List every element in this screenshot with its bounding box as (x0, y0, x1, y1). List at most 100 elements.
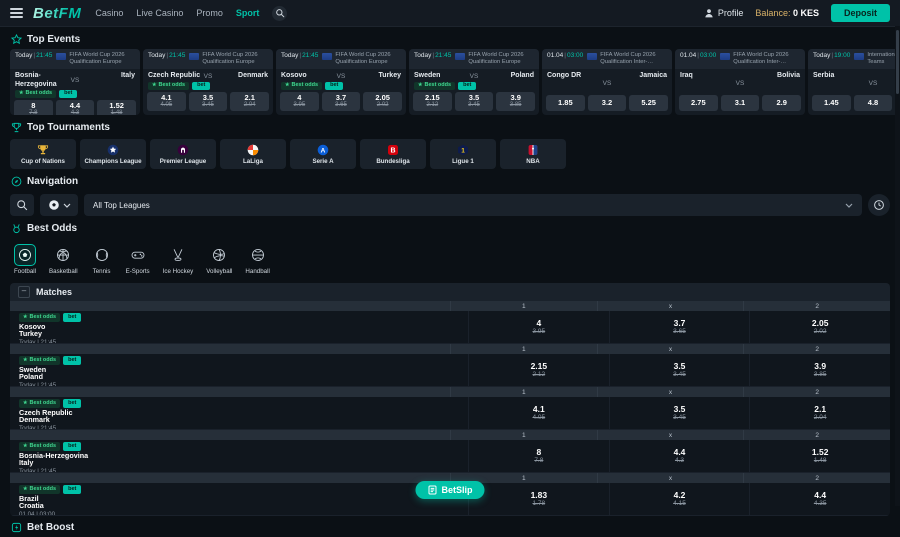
tab-ice-hockey[interactable]: Ice Hockey (163, 244, 193, 275)
section-title-text: Top Tournaments (27, 122, 110, 133)
odds-button-draw[interactable]: 3.5 3.45 (454, 92, 494, 111)
league-dropdown[interactable]: All Top Leagues (84, 194, 862, 216)
scrollbar[interactable] (895, 26, 900, 506)
nav-item-sport[interactable]: Sport (236, 8, 260, 18)
odds-cell-2[interactable]: 4.4 4.35 (749, 483, 890, 515)
odds-cell-2[interactable]: 2.1 2.04 (749, 397, 890, 429)
main-nav: Casino Live Casino Promo Sport (95, 5, 288, 21)
menu-icon[interactable] (10, 8, 23, 18)
odds-button-home[interactable]: 4.1 4.05 (147, 92, 186, 111)
odds-button-away[interactable]: 1.52 1.48 (97, 100, 137, 115)
profile-button[interactable]: Profile (704, 8, 743, 18)
bet-boost-icon (11, 522, 22, 533)
search-button[interactable] (10, 194, 34, 216)
odds-button-home[interactable]: 4 3.95 (280, 92, 319, 111)
home-team: Kosovo (19, 321, 46, 331)
tournament-champions-league[interactable]: Champions League (80, 139, 146, 169)
odds-cell-1[interactable]: 4.1 4.05 (468, 397, 609, 429)
odds-cell-2[interactable]: 1.52 1.48 (749, 440, 890, 472)
odds-cell-2[interactable]: 2.05 2.02 (749, 311, 890, 343)
match-info[interactable]: ★ Best odds bet Bosnia-Herzegovina Italy T… (10, 440, 468, 472)
event-card[interactable]: 01.04|03:00 FIFA World Cup 2026 Qualific… (542, 49, 672, 115)
match-info[interactable]: ★ Best odds bet Czech Republic Denmark Tod… (10, 397, 468, 429)
tournament-serie-a[interactable]: A Serie A (290, 139, 356, 169)
match-time: Today | 21:45 (19, 424, 57, 429)
champions-league-icon (107, 144, 119, 155)
match-info[interactable]: ★ Best odds bet Kosovo Turkey Today | 21:4… (10, 311, 468, 343)
odds-cell-x[interactable]: 4.4 4.3 (608, 440, 750, 472)
top-bar-right: Profile Balance: 0 KES Deposit (704, 4, 890, 22)
odds-column-headers: 1 x 2 (10, 387, 890, 397)
tab-tennis[interactable]: Tennis (91, 244, 113, 275)
nav-item-casino[interactable]: Casino (95, 8, 123, 18)
odds-button-away[interactable]: 3.9 3.85 (496, 92, 536, 111)
odds-cell-1[interactable]: 4 3.95 (468, 311, 609, 343)
odds-button-draw[interactable]: 3.2 (587, 95, 627, 111)
home-team: Czech Republic (148, 72, 201, 80)
event-card[interactable]: Today|21:45 FIFA World Cup 2026 Qualific… (409, 49, 539, 115)
svg-text:B: B (390, 147, 395, 154)
odds-cell-x[interactable]: 3.5 3.45 (608, 397, 750, 429)
tournament-bundesliga[interactable]: B Bundesliga (360, 139, 426, 169)
column-header-x: x (596, 301, 744, 311)
odds-button-home[interactable]: 8 7.8 (14, 100, 53, 115)
odds-button-home[interactable]: 2.75 (679, 95, 718, 111)
scrollbar-thumb[interactable] (896, 30, 899, 94)
search-icon[interactable] (272, 5, 288, 21)
odds-button-away[interactable]: 2.9 (762, 95, 802, 111)
event-card[interactable]: Today|21:45 FIFA World Cup 2026 Qualific… (276, 49, 406, 115)
event-league: FIFA World Cup 2026 Qualification Europe (455, 52, 534, 66)
tournament-nba[interactable]: NBA (500, 139, 566, 169)
tournament-premier-league[interactable]: Premier League (150, 139, 216, 169)
match-info[interactable]: ★ Best odds bet Sweden Poland Today | 21:4… (10, 354, 468, 386)
event-date: Today|21:45 (148, 52, 186, 59)
odds-button-home[interactable]: 1.85 (546, 95, 585, 111)
column-header-2: 2 (743, 430, 890, 440)
home-team: Czech Republic (19, 407, 73, 417)
tournament-laliga[interactable]: LaLiga (220, 139, 286, 169)
column-header-x: x (596, 344, 744, 354)
odds-button-away[interactable]: 5.25 (629, 95, 669, 111)
odds-button-draw[interactable]: 3.5 3.45 (188, 92, 228, 111)
tab-esports[interactable]: E-Sports (126, 244, 150, 275)
tab-handball[interactable]: Handball (245, 244, 270, 275)
tab-football[interactable]: Football (14, 244, 36, 275)
odds-cell-x[interactable]: 3.5 3.45 (608, 354, 750, 386)
event-card[interactable]: 01.04|03:00 FIFA World Cup 2026 Qualific… (675, 49, 805, 115)
odds-button-home[interactable]: 1.45 (812, 95, 851, 111)
tab-basketball[interactable]: Basketball (49, 244, 78, 275)
matches-header[interactable]: – Matches (10, 283, 890, 301)
event-date: 01.04|03:00 (547, 52, 584, 59)
tab-volleyball[interactable]: Volleyball (206, 244, 232, 275)
odds-cell-1[interactable]: 8 7.8 (468, 440, 609, 472)
logo[interactable]: BetFM (33, 5, 81, 22)
nav-item-live-casino[interactable]: Live Casino (136, 8, 183, 18)
sport-filter-dropdown[interactable] (40, 194, 78, 216)
history-button[interactable] (868, 194, 890, 216)
tournament-ligue-1[interactable]: 1 Ligue 1 (430, 139, 496, 169)
odds-button-away[interactable]: 2.1 2.04 (230, 92, 270, 111)
odds-button-draw[interactable]: 4.4 4.3 (55, 100, 95, 115)
tournament-cup-of-nations[interactable]: Cup of Nations (10, 139, 76, 169)
event-card[interactable]: Today|21:45 FIFA World Cup 2026 Qualific… (143, 49, 273, 115)
collapse-icon[interactable]: – (18, 286, 30, 298)
odds-cell-1[interactable]: 1.83 1.78 (468, 483, 609, 515)
betslip-button[interactable]: BetSlip (415, 481, 485, 499)
event-card[interactable]: Today|19:00 International Friendly Teams… (808, 49, 900, 115)
match-info[interactable]: ★ Best odds bet Brazil Croatia 01.04 | 03:… (10, 483, 468, 515)
odds-cell-x[interactable]: 3.7 3.65 (608, 311, 750, 343)
deposit-button[interactable]: Deposit (830, 4, 890, 22)
odds-cell-2[interactable]: 3.9 3.85 (749, 354, 890, 386)
odds-button-draw[interactable]: 3.7 3.65 (321, 92, 361, 111)
star-icon (11, 34, 22, 45)
nav-item-promo[interactable]: Promo (196, 8, 223, 18)
odds-button-away[interactable]: 2.05 2.02 (363, 92, 403, 111)
odds-cell-1[interactable]: 2.15 2.12 (468, 354, 609, 386)
odds-button-draw[interactable]: 3.1 (720, 95, 760, 111)
odds-button-home[interactable]: 2.15 2.12 (413, 92, 452, 111)
odds-cell-x[interactable]: 4.2 4.15 (608, 483, 750, 515)
match-group: 1 x 2 ★ Best odds bet Kosovo Turkey Today … (10, 301, 890, 344)
home-team: Kosovo (281, 72, 307, 80)
odds-button-draw[interactable]: 4.8 (853, 95, 893, 111)
event-card[interactable]: Today|21:45 FIFA World Cup 2026 Qualific… (10, 49, 140, 115)
